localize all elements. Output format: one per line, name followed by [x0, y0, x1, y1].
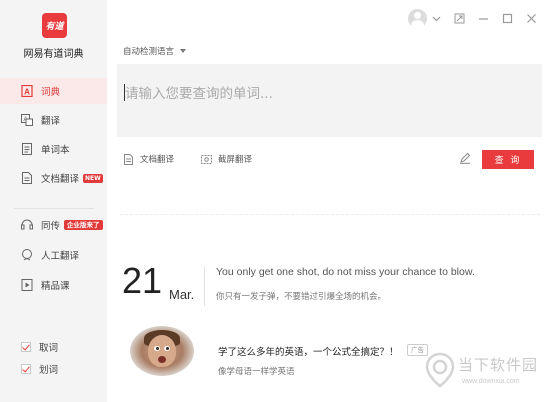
human-translate-icon: [21, 249, 33, 261]
ad-image[interactable]: [130, 326, 194, 376]
sidebar: 有道 网易有道词典 A 词典 A 翻译 单词本 文档翻译 NEW 同传 企业版来…: [0, 0, 107, 402]
ad-subtitle[interactable]: 像学母语一样学英语: [218, 365, 295, 377]
doc-translate-button[interactable]: 文档翻译: [123, 153, 174, 165]
sidebar-item-label: 词典: [41, 87, 61, 98]
translate-icon: A: [21, 114, 33, 126]
sidebar-divider: [14, 208, 94, 209]
daily-quote-cn: 你只有一发子弹，不要错过引爆全场的机会。: [216, 292, 387, 302]
close-button[interactable]: [523, 10, 539, 26]
select-word-label: 划词: [39, 365, 59, 376]
sidebar-item-label: 精品课: [41, 281, 70, 292]
sidebar-item-interpretation[interactable]: 同传 企业版来了: [0, 212, 107, 238]
sidebar-item-course[interactable]: 精品课: [0, 272, 107, 298]
wordbook-icon: [21, 143, 33, 155]
daily-separator: [204, 266, 205, 306]
search-button[interactable]: 查 询: [482, 150, 534, 169]
close-icon: [526, 13, 536, 23]
screenshot-translate-label: 截屏翻译: [218, 155, 253, 165]
capture-word-label: 取词: [39, 343, 59, 354]
sidebar-item-label: 单词本: [41, 145, 70, 156]
select-word-checkbox[interactable]: [21, 364, 31, 374]
daily-month: Mar.: [169, 287, 195, 302]
watermark-url: www.downxia.com: [462, 378, 520, 385]
document-icon: [124, 153, 133, 165]
dropdown-arrow-icon: [180, 49, 187, 53]
daily-day: 21: [122, 260, 163, 301]
minimize-button[interactable]: [475, 10, 491, 26]
watermark-text: 当下软件园: [458, 356, 539, 374]
dictionary-icon: A: [21, 85, 33, 97]
enterprise-badge: 企业版来了: [64, 220, 103, 230]
minimize-icon: [478, 17, 488, 20]
sidebar-item-dictionary[interactable]: A 词典: [0, 78, 107, 104]
sidebar-item-human-translate[interactable]: 人工翻译: [0, 242, 107, 268]
language-selector[interactable]: 自动检测语言: [123, 45, 187, 57]
sidebar-item-label: 文档翻译: [41, 174, 80, 185]
screenshot-icon: [201, 154, 212, 164]
watermark-logo-icon: [425, 352, 455, 388]
daily-quote-en[interactable]: You only get one shot, do not miss your …: [216, 266, 475, 278]
sidebar-item-translate[interactable]: A 翻译: [0, 107, 107, 133]
screenshot-translate-button[interactable]: 截屏翻译: [201, 153, 252, 165]
sidebar-item-label: 同传: [41, 221, 61, 232]
sidebar-item-label: 人工翻译: [41, 251, 80, 262]
text-caret: [124, 84, 125, 101]
mini-mode-button[interactable]: [451, 10, 467, 26]
capture-word-toggle[interactable]: 取词: [21, 340, 58, 354]
sidebar-item-label: 翻译: [41, 116, 61, 127]
section-divider: [120, 214, 540, 215]
document-translate-icon: [21, 172, 33, 184]
mini-mode-icon: [454, 13, 464, 23]
maximize-button[interactable]: [499, 10, 515, 26]
capture-word-checkbox[interactable]: [21, 342, 31, 352]
new-badge: NEW: [83, 173, 103, 183]
language-label: 自动检测语言: [123, 47, 175, 57]
course-icon: [21, 279, 33, 291]
chevron-down-icon: [432, 16, 440, 21]
sidebar-item-wordbook[interactable]: 单词本: [0, 136, 107, 162]
svg-text:A: A: [24, 88, 30, 97]
avatar[interactable]: [408, 9, 427, 28]
interpretation-icon: [21, 219, 33, 231]
select-word-toggle[interactable]: 划词: [21, 362, 58, 376]
search-input[interactable]: [117, 64, 542, 137]
ad-title[interactable]: 学了这么多年的英语，一个公式全搞定？！: [218, 344, 399, 358]
account-dropdown[interactable]: [428, 10, 444, 26]
doc-translate-label: 文档翻译: [140, 155, 175, 165]
pen-icon: [460, 152, 471, 164]
app-logo: 有道: [42, 13, 67, 38]
sidebar-item-document-translate[interactable]: 文档翻译 NEW: [0, 165, 107, 191]
maximize-icon: [502, 13, 512, 23]
app-name: 网易有道词典: [23, 49, 84, 60]
handwriting-button[interactable]: [459, 152, 473, 166]
